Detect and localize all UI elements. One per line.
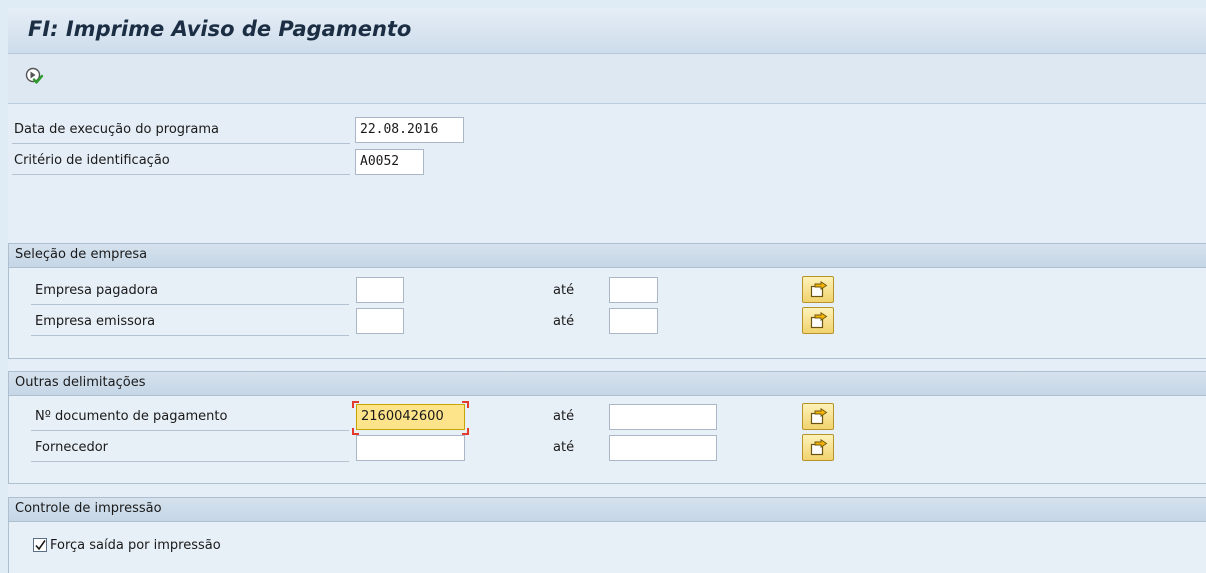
- run-date-underline: [12, 143, 350, 144]
- issuing-company-multiple-selection-button[interactable]: [802, 307, 834, 334]
- payment-document-to-field[interactable]: [609, 404, 717, 430]
- identification-underline: [12, 174, 350, 175]
- other-limits-title: Outras delimitações: [9, 372, 1206, 396]
- checkmark-icon: [35, 540, 46, 551]
- execute-icon[interactable]: [24, 66, 44, 86]
- paying-company-from-field[interactable]: [356, 277, 404, 303]
- force-print-label[interactable]: Força saída por impressão: [50, 538, 221, 553]
- page-title: FI: Imprime Aviso de Pagamento: [28, 17, 412, 41]
- payment-document-to-label: até: [553, 409, 575, 424]
- paying-company-to-field[interactable]: [609, 277, 658, 303]
- issuing-company-to-field[interactable]: [609, 308, 658, 334]
- paying-company-label: Empresa pagadora: [35, 283, 159, 298]
- vendor-multiple-selection-button[interactable]: [802, 434, 834, 461]
- print-control-group: Controle de impressão: [8, 497, 1206, 573]
- multiple-selection-icon: [810, 439, 828, 456]
- payment-document-underline: [31, 430, 349, 431]
- title-bar: FI: Imprime Aviso de Pagamento: [8, 8, 1206, 54]
- issuing-company-from-field[interactable]: [356, 308, 404, 334]
- paying-company-multiple-selection-button[interactable]: [802, 276, 834, 303]
- payment-document-label: Nº documento de pagamento: [35, 409, 228, 424]
- issuing-company-to-label: até: [553, 314, 575, 329]
- paying-company-underline: [31, 304, 349, 305]
- vendor-label: Fornecedor: [35, 440, 109, 455]
- identification-label: Critério de identificação: [14, 153, 170, 168]
- vendor-to-field[interactable]: [609, 435, 717, 461]
- application-toolbar: [8, 54, 1206, 104]
- vendor-to-label: até: [553, 440, 575, 455]
- company-selection-title: Seleção de empresa: [9, 244, 1206, 268]
- paying-company-to-label: até: [553, 283, 575, 298]
- vendor-from-field[interactable]: [356, 435, 465, 461]
- multiple-selection-icon: [810, 408, 828, 425]
- multiple-selection-icon: [810, 281, 828, 298]
- print-control-title: Controle de impressão: [9, 498, 1206, 522]
- identification-field[interactable]: A0052: [355, 149, 424, 175]
- vendor-underline: [31, 461, 349, 462]
- issuing-company-label: Empresa emissora: [35, 314, 156, 329]
- other-limits-group: Outras delimitações: [8, 371, 1206, 484]
- company-selection-group: Seleção de empresa: [8, 243, 1206, 359]
- run-date-field[interactable]: 22.08.2016: [355, 117, 464, 143]
- payment-document-from-field[interactable]: 2160042600: [356, 404, 465, 430]
- multiple-selection-icon: [810, 312, 828, 329]
- payment-document-multiple-selection-button[interactable]: [802, 403, 834, 430]
- force-print-checkbox[interactable]: [33, 538, 47, 552]
- issuing-company-underline: [31, 335, 349, 336]
- run-date-label: Data de execução do programa: [14, 122, 219, 137]
